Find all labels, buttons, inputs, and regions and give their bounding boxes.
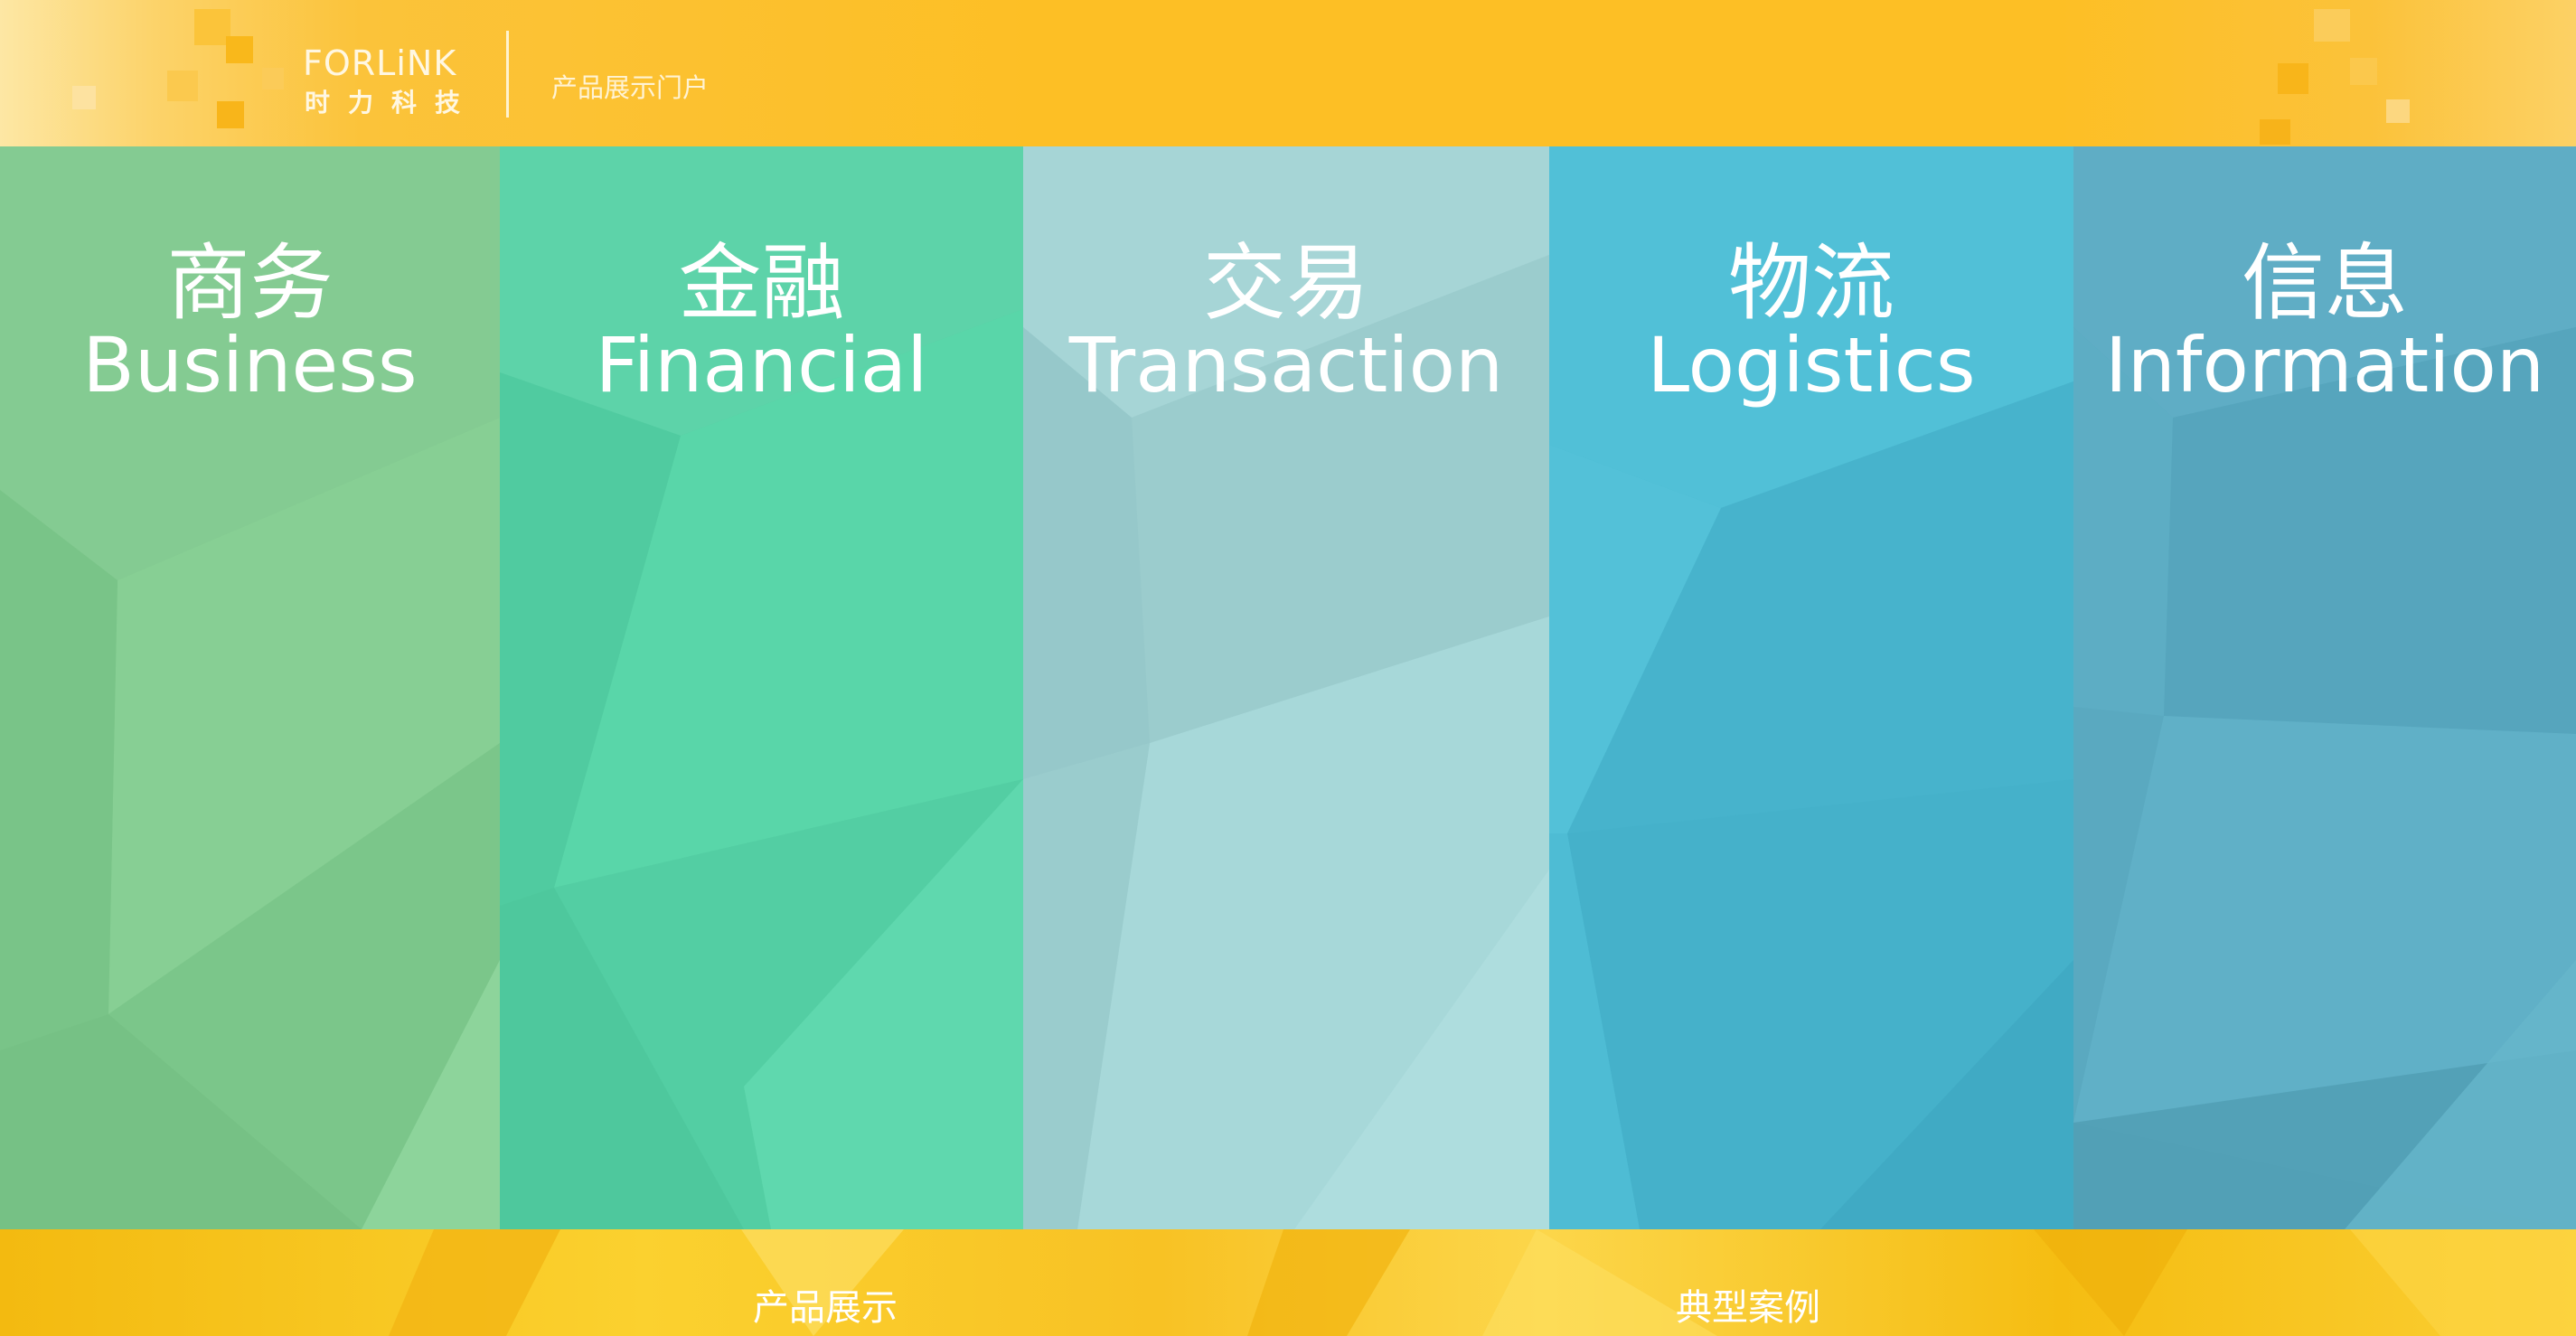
header-divider bbox=[506, 31, 509, 118]
footer-link-cases[interactable]: 典型案例 bbox=[1676, 1278, 1820, 1331]
panel-title-cn: 物流 bbox=[1727, 235, 1894, 332]
decor-square bbox=[2314, 9, 2350, 42]
logo-english: FORLiNK bbox=[303, 43, 457, 83]
panel-title-en: Information bbox=[2104, 321, 2545, 409]
panel-financial[interactable]: 金融 Financial bbox=[500, 146, 1023, 1229]
decor-square bbox=[2350, 58, 2377, 85]
footer-facets bbox=[389, 1229, 2576, 1336]
decor-square bbox=[217, 101, 244, 128]
forlink-logo[interactable]: FORLiNK 时力科技 bbox=[303, 43, 488, 118]
panel-logistics[interactable]: 物流 Logistics bbox=[1549, 146, 2073, 1229]
decor-square bbox=[2278, 63, 2308, 94]
panel-title-cn: 交易 bbox=[1202, 235, 1369, 332]
decor-square bbox=[262, 68, 284, 89]
decor-square bbox=[2386, 99, 2410, 123]
category-panels: 商务 Business 金融 Financial 交易 Transaction bbox=[0, 146, 2576, 1229]
panel-title-en: Business bbox=[82, 321, 418, 409]
panel-title-en: Logistics bbox=[1647, 321, 1976, 409]
header-bar: FORLiNK 时力科技 产品展示门户 bbox=[0, 0, 2576, 146]
panel-title-en: Transaction bbox=[1068, 321, 1504, 409]
portal-title: 产品展示门户 bbox=[551, 72, 710, 103]
panel-title-cn: 金融 bbox=[678, 235, 845, 332]
decor-square bbox=[2260, 119, 2290, 145]
logo-chinese: 时力科技 bbox=[305, 88, 479, 118]
decor-square bbox=[72, 86, 96, 109]
panel-business[interactable]: 商务 Business bbox=[0, 146, 500, 1229]
decor-square bbox=[194, 9, 230, 45]
footer-bar: 产品展示 典型案例 bbox=[0, 1229, 2576, 1336]
panel-transaction[interactable]: 交易 Transaction bbox=[1023, 146, 1549, 1229]
decor-square bbox=[226, 36, 253, 63]
footer-link-products[interactable]: 产品展示 bbox=[753, 1278, 898, 1331]
decor-square bbox=[167, 71, 198, 101]
panel-title-en: Financial bbox=[595, 321, 928, 409]
panel-title-cn: 商务 bbox=[166, 235, 334, 332]
panel-title-cn: 信息 bbox=[2241, 235, 2408, 332]
panel-information[interactable]: 信息 Information bbox=[2073, 146, 2576, 1229]
